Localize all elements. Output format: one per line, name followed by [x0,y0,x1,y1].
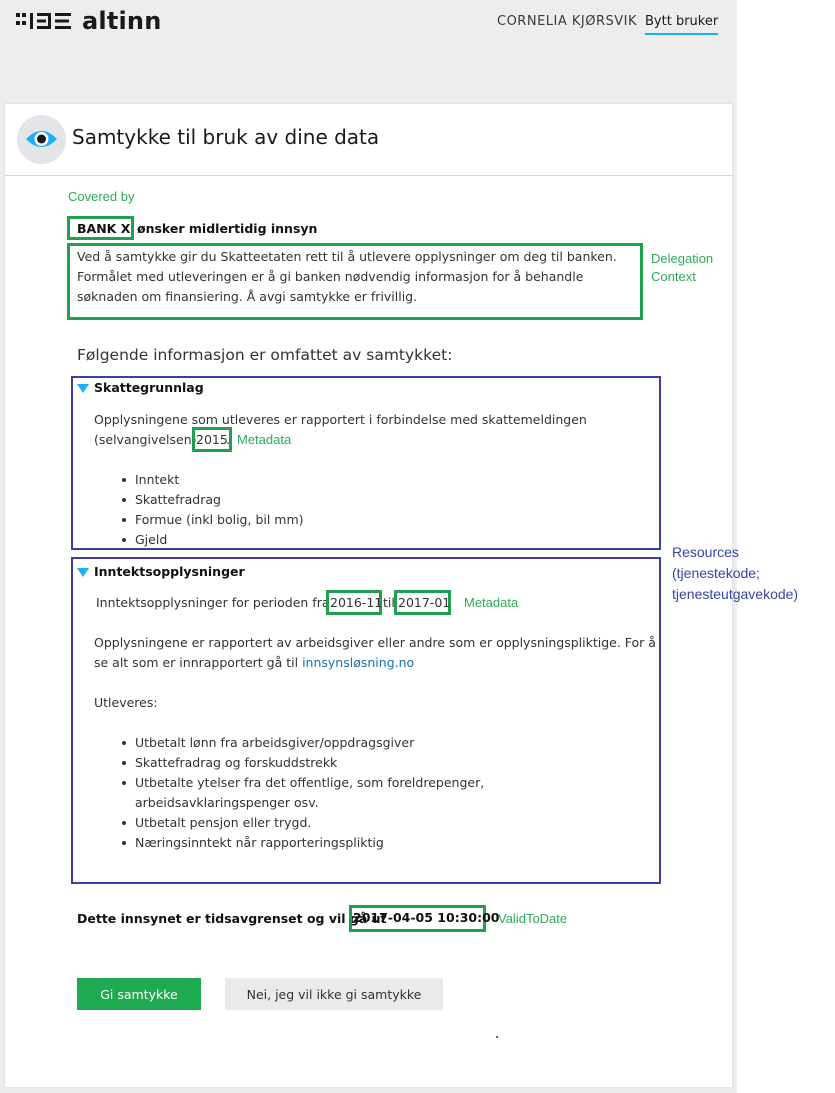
stray-dot [496,1036,498,1038]
metadata-annotation-1: Metadata [237,432,292,447]
list-item: Formue (inkl bolig, bil mm) [121,510,304,530]
list-item: Skattefradrag [121,490,304,510]
inntekt-items: Utbetalt lønn fra arbeidsgiver/oppdragsg… [121,733,641,853]
requester-suffix: ønsker midlertidig innsyn [137,221,318,236]
delegation-context-annotation-1: Delegation [651,251,714,266]
list-item: Utbetalt pensjon eller trygd. [121,813,641,833]
resources-annotation-2: (tjenestekode; [672,565,760,581]
section-title-inntektsopplysninger[interactable]: Inntektsopplysninger [94,564,245,579]
delegation-context-text: Ved å samtykke gir du Skatteetaten rett … [77,249,617,304]
scope-heading: Følgende informasjon er omfattet av samt… [77,346,453,364]
list-item: Næringsinntekt når rapporteringspliktig [121,833,641,853]
expand-triangle-icon[interactable] [77,568,89,577]
logo-text: altinn [82,7,162,35]
section-title-skattegrunnlag[interactable]: Skattegrunnlag [94,380,204,395]
innsyn-link[interactable]: innsynsløsning.no [302,655,414,670]
valid-to-date-annotation: ValidToDate [498,911,568,926]
released-label: Utleveres: [94,695,158,710]
tax-year-suffix: . [226,432,230,447]
info-line2-prefix: se alt som er innrapportert gå til [94,655,299,670]
page-title: Samtykke til bruk av dine data [72,125,380,149]
eye-icon [26,131,57,147]
period-from: 2016-11 [330,595,383,610]
list-item: Gjeld [121,530,304,550]
tax-year: 2015 [196,432,228,447]
resources-annotation-1: Resources [672,544,739,560]
accept-consent-button[interactable]: Gi samtykke [77,978,201,1010]
eye-icon-circle [17,115,66,164]
list-item: Utbetalte ytelser fra det offentlige, so… [121,773,641,813]
section-desc-line1: Opplysningene som utleveres er rapporter… [94,412,587,427]
resources-annotation-3: tjenesteutgavekode) [672,586,799,602]
info-line1: Opplysningene er rapportert av arbeidsgi… [94,635,656,650]
period-prefix: Inntektsopplysninger for perioden fra [96,595,330,610]
expand-triangle-icon[interactable] [77,384,89,393]
expiry-text: Dette innsynet er tidsavgrenset og vil g… [77,911,387,926]
covered-by-annotation: Covered by [68,189,135,204]
switch-user-link[interactable]: Bytt bruker [645,14,719,35]
metadata-annotation-2: Metadata [464,595,519,610]
user-name: CORNELIA KJØRSVIK [497,14,638,29]
reject-consent-button[interactable]: Nei, jeg vil ikke gi samtykke [225,978,443,1010]
period-to: 2017-01 [398,595,451,610]
expiry-date: 2017-04-05 10:30:00 [353,910,500,925]
info-line2: se alt som er innrapportert gå til innsy… [94,653,414,673]
altinn-logo[interactable]: altinn [16,8,162,34]
list-item: Inntekt [121,470,304,490]
delegation-context-annotation-2: Context [651,269,696,284]
altinn-logo-icon [16,13,71,29]
section-desc-line2: (selvangivelsen) [94,432,197,447]
skattegrunnlag-items: Inntekt Skattefradrag Formue (inkl bolig… [121,470,304,550]
list-item: Utbetalt lønn fra arbeidsgiver/oppdragsg… [121,733,641,753]
list-item: Skattefradrag og forskuddstrekk [121,753,641,773]
requester-name: BANK X [77,221,131,236]
card-header: Samtykke til bruk av dine data [5,104,732,176]
